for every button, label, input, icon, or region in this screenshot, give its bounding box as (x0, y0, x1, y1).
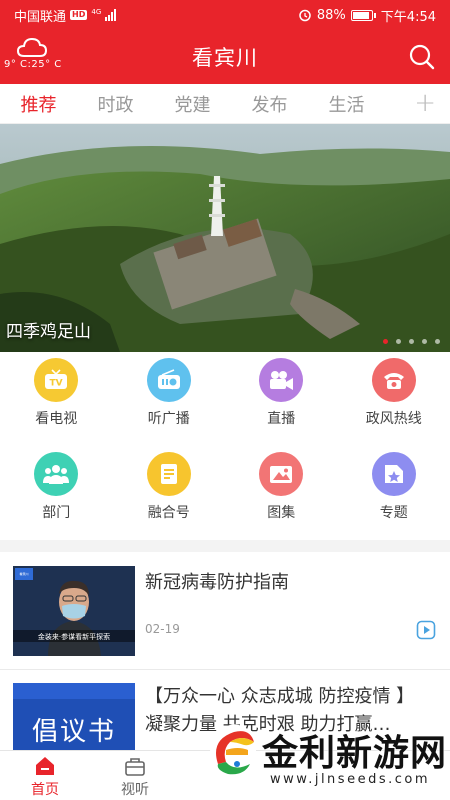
category-tabs: 推荐 时政 党建 发布 生活 + (0, 84, 450, 127)
document-icon (146, 452, 191, 496)
tab-recommend[interactable]: 推荐 (0, 91, 77, 127)
grid-item-media[interactable]: 融合号 (113, 452, 226, 546)
grid-label: 融合号 (147, 505, 190, 521)
section-divider (0, 540, 450, 552)
news-thumbnail: 看宾川 金装来·参谋看新平探索 (13, 566, 135, 656)
watermark-text: 金利新游网 (262, 732, 448, 774)
briefcase-icon (125, 758, 145, 776)
news-date: 02-19 (145, 622, 180, 636)
svg-text:TV: TV (50, 379, 63, 389)
watermark-url: www.jlnseeds.com (270, 772, 430, 787)
grid-item-topic[interactable]: 专题 (338, 452, 450, 546)
play-icon[interactable] (416, 620, 436, 640)
hd-badge: HD (70, 10, 88, 20)
grid-label: 看电视 (35, 411, 78, 427)
tab-party[interactable]: 党建 (154, 91, 231, 117)
home-icon (36, 757, 54, 775)
tab-politics[interactable]: 时政 (77, 91, 154, 117)
people-icon (34, 452, 79, 496)
thumbnail-caption: 金装来·参谋看新平探索 (37, 633, 111, 641)
video-camera-icon (259, 358, 304, 402)
tv-icon: TV (34, 358, 79, 402)
grid-label: 图集 (267, 505, 296, 521)
carousel-dot[interactable] (422, 339, 427, 344)
tab-life[interactable]: 生活 (308, 91, 385, 117)
nav-home[interactable]: 首页 (15, 755, 75, 799)
carousel-dot[interactable] (409, 339, 414, 344)
grid-label: 专题 (379, 505, 408, 521)
battery-fill (352, 11, 369, 19)
grid-item-tv[interactable]: TV 看电视 (0, 358, 113, 452)
folder-star-icon (371, 452, 416, 496)
grid-item-hotline[interactable]: 政风热线 (338, 358, 450, 452)
signal-icon (105, 9, 117, 21)
carrier-label: 中国联通 (14, 9, 67, 25)
alarm-icon (299, 9, 311, 22)
grid-label: 直播 (267, 411, 296, 427)
page-title: 看宾川 (192, 46, 258, 70)
watermark: 金利新游网 www.jlnseeds.com (200, 716, 450, 800)
app-header: 9° C:25° C 看宾川 (0, 30, 450, 84)
carousel-dot[interactable] (383, 339, 388, 344)
grid-label: 听广播 (147, 411, 190, 427)
banner-caption: 四季鸡足山 (6, 322, 91, 342)
carousel-dot[interactable] (435, 339, 440, 344)
grid-item-department[interactable]: 部门 (0, 452, 113, 546)
nav-media[interactable]: 视听 (105, 755, 165, 799)
watermark-logo (210, 724, 256, 778)
grid-item-gallery[interactable]: 图集 (225, 452, 338, 546)
add-tab-icon[interactable]: + (414, 90, 436, 116)
network-label: 4G (91, 8, 102, 16)
news-list-item[interactable]: 看宾川 金装来·参谋看新平探索 新冠病毒防护指南 02-19 (0, 552, 450, 670)
nav-label: 视听 (121, 782, 149, 798)
news-title: 新冠病毒防护指南 (145, 572, 289, 593)
grid-item-live[interactable]: 直播 (225, 358, 338, 452)
image-icon (259, 452, 304, 496)
carousel-dot[interactable] (396, 339, 401, 344)
hero-banner[interactable]: 四季鸡足山 (0, 124, 450, 352)
search-icon[interactable] (408, 43, 436, 71)
clock: 下午4:54 (380, 9, 436, 25)
battery-percent: 88% (316, 7, 346, 23)
status-bar: 中国联通 HD 4G 88% 下午4:54 (0, 0, 450, 30)
thumbnail-badge: 看宾川 (19, 572, 29, 576)
news-title-line: 【万众一心 众志成城 防控疫情 】 (145, 686, 415, 707)
thumbnail-text: 倡议书 (31, 716, 116, 747)
tab-release[interactable]: 发布 (231, 91, 308, 117)
grid-label: 部门 (42, 505, 71, 521)
carousel-indicator (383, 339, 440, 344)
grid-label: 政风热线 (365, 411, 422, 427)
feature-grid: TV 看电视 听广播 直播 政风热线 部门 融合号 图集 专题 (0, 352, 450, 540)
battery-icon (350, 9, 376, 21)
telephone-icon (371, 358, 416, 402)
grid-item-radio[interactable]: 听广播 (113, 358, 226, 452)
radio-icon (146, 358, 191, 402)
nav-label: 首页 (31, 782, 59, 798)
